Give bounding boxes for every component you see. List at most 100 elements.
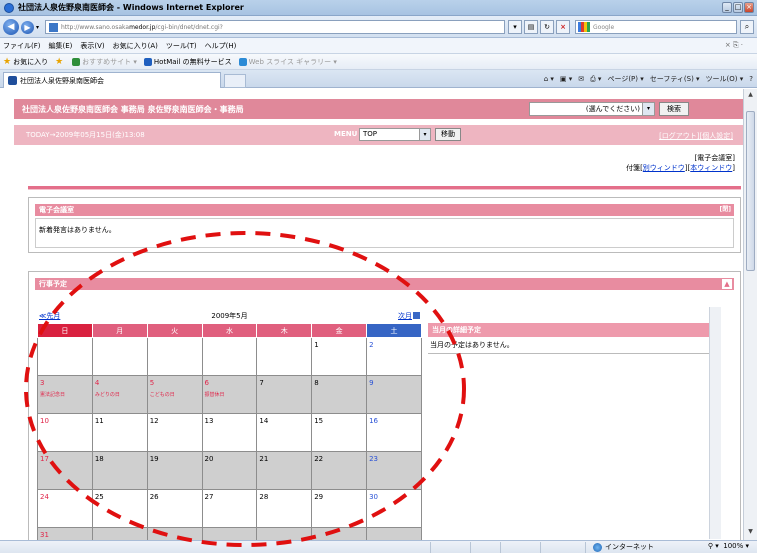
weekday-header: 火 [146, 323, 203, 338]
print-icon[interactable]: ⎙ ▾ [590, 74, 601, 84]
next-month-link[interactable]: 次月 [398, 311, 420, 321]
same-window-link[interactable]: 本ウィンドウ [690, 164, 732, 172]
calendar-day[interactable]: 28 [256, 489, 313, 528]
history-dropdown-icon[interactable]: ▾ [36, 24, 39, 31]
calendar-day[interactable]: 7 [256, 375, 313, 414]
maximize-button[interactable]: □ [733, 2, 743, 13]
calendar-day[interactable]: 22 [311, 451, 368, 490]
calendar-day[interactable]: 18 [91, 451, 148, 490]
menu-view[interactable]: 表示(V) [80, 41, 104, 51]
calendar-day[interactable]: 30 [366, 489, 422, 528]
page-scrollbar[interactable]: ▲ ▼ [743, 89, 757, 540]
calendar-day[interactable]: 6 振替休日 [201, 375, 258, 414]
search-input[interactable]: Google [575, 20, 737, 34]
menubar-extra-icons[interactable]: × ⎘ · [725, 41, 743, 50]
weekday-header: 金 [311, 323, 368, 338]
compat-icon[interactable]: ▤ [524, 20, 538, 34]
fav-hotmail[interactable]: HotMail の無料サービス [143, 57, 232, 67]
scroll-down-icon[interactable]: ▼ [746, 528, 755, 538]
calendar: ≪先月 2009年5月 次月 日月火水木金土 1 2 3 憲法記念日 4 みどりの日 5 こど… [37, 309, 422, 540]
menu-tools[interactable]: ツール(T) [166, 41, 197, 51]
calendar-day[interactable]: 12 [146, 413, 203, 452]
calendar-day[interactable]: 2 [366, 337, 422, 376]
mail-icon[interactable]: ✉ [578, 74, 584, 84]
calendar-day[interactable]: 14 [256, 413, 313, 452]
logout-link[interactable]: [ログアウト] [659, 132, 699, 140]
calendar-day[interactable]: 29 [311, 489, 368, 528]
calendar-day[interactable]: 21 [256, 451, 313, 490]
scroll-thumb[interactable] [746, 111, 755, 271]
calendar-nav: ≪先月 2009年5月 次月 [37, 309, 422, 323]
search-provider-icon [578, 22, 590, 32]
favorites-label[interactable]: お気に入り [13, 57, 48, 67]
url-field[interactable]: http://www.sano.osaka medor.jp/cgi-bin/dn… [45, 20, 505, 34]
page-icon [49, 22, 58, 32]
month-detail-panel: 当月の詳細予定 当月の予定はありません。 [428, 323, 715, 363]
menu-file[interactable]: ファイル(F) [3, 41, 41, 51]
calendar-day[interactable]: 9 [366, 375, 422, 414]
calendar-day[interactable]: 19 [146, 451, 203, 490]
collapse-icon[interactable]: ▲ [722, 279, 732, 289]
calendar-day[interactable]: 23 [366, 451, 422, 490]
calendar-day[interactable]: 1 [311, 337, 368, 376]
calendar-week-row: 17 18 19 20 21 22 23 [37, 451, 422, 490]
menu-favorites[interactable]: お気に入り(A) [113, 41, 158, 51]
favorites-star-icon[interactable]: ★ [3, 57, 11, 67]
calendar-day[interactable]: 26 [146, 489, 203, 528]
security-zone: インターネット [593, 542, 654, 552]
calendar-day[interactable]: 27 [201, 489, 258, 528]
url-dropdown-icon[interactable]: ▾ [508, 20, 522, 34]
calendar-empty-cell [37, 337, 93, 376]
menu-select[interactable]: TOP ▾ [359, 128, 431, 141]
calendar-day[interactable]: 3 憲法記念日 [37, 375, 93, 414]
menu-edit[interactable]: 編集(E) [49, 41, 73, 51]
day-number: 4 [94, 379, 100, 387]
scroll-up-icon[interactable]: ▲ [746, 91, 755, 101]
calendar-day[interactable]: 31 [37, 527, 93, 540]
fav-suggested[interactable]: おすすめサイト ▾ [72, 57, 137, 67]
home-icon[interactable]: ⌂ ▾ [544, 74, 554, 84]
tab-favicon [8, 76, 17, 85]
calendar-day[interactable]: 25 [91, 489, 148, 528]
menu-help[interactable]: ヘルプ(H) [205, 41, 237, 51]
calendar-day[interactable]: 17 [37, 451, 93, 490]
search-button[interactable]: 検索 [659, 102, 689, 116]
back-button[interactable]: ◀ [3, 19, 19, 35]
side-scrollbar[interactable] [709, 307, 721, 539]
cmd-tools[interactable]: ツール(O) ▾ [706, 74, 744, 84]
calendar-day[interactable]: 8 [311, 375, 368, 414]
cmd-page[interactable]: ページ(P) ▾ [607, 74, 643, 84]
cmd-safety[interactable]: セーフティ(S) ▾ [650, 74, 700, 84]
personal-settings-link[interactable]: [個人設定] [700, 132, 733, 140]
refresh-icon[interactable]: ↻ [540, 20, 554, 34]
help-icon[interactable]: ? [749, 74, 753, 84]
search-icon[interactable]: ⌕ [740, 20, 754, 34]
calendar-day[interactable]: 24 [37, 489, 93, 528]
calendar-day[interactable]: 4 みどりの日 [91, 375, 148, 414]
close-button[interactable]: × [744, 2, 754, 13]
calendar-day[interactable]: 11 [91, 413, 148, 452]
meeting-close-button[interactable]: [閉] [720, 205, 732, 215]
calendar-day[interactable]: 16 [366, 413, 422, 452]
calendar-day[interactable]: 13 [201, 413, 258, 452]
move-button[interactable]: 移動 [435, 128, 461, 141]
calendar-day[interactable]: 20 [201, 451, 258, 490]
status-divider [540, 542, 541, 553]
feeds-icon[interactable]: ▣ ▾ [560, 74, 572, 84]
new-tab-button[interactable] [224, 74, 246, 88]
stop-icon[interactable]: × [556, 20, 570, 34]
minimize-button[interactable]: _ [722, 2, 732, 13]
calendar-day[interactable]: 10 [37, 413, 93, 452]
tab-current[interactable]: 社団法人泉佐野泉南医師会 [3, 72, 221, 88]
forward-button[interactable]: ▶ [21, 21, 34, 34]
day-number: 11 [94, 417, 104, 425]
zoom-level[interactable]: ⚲ ▾ 100% ▾ [708, 542, 749, 550]
site-select[interactable]: (選んでください) ▾ [529, 102, 655, 116]
calendar-day[interactable]: 15 [311, 413, 368, 452]
calendar-month: 2009年5月 [211, 312, 248, 320]
add-favorite-icon[interactable]: ★ [55, 57, 65, 67]
separate-window-link[interactable]: 別ウィンドウ [643, 164, 685, 172]
fav-webslice[interactable]: Web スライス ギャラリー ▾ [238, 57, 337, 67]
day-number: 27 [204, 493, 214, 501]
calendar-day[interactable]: 5 こどもの日 [146, 375, 203, 414]
